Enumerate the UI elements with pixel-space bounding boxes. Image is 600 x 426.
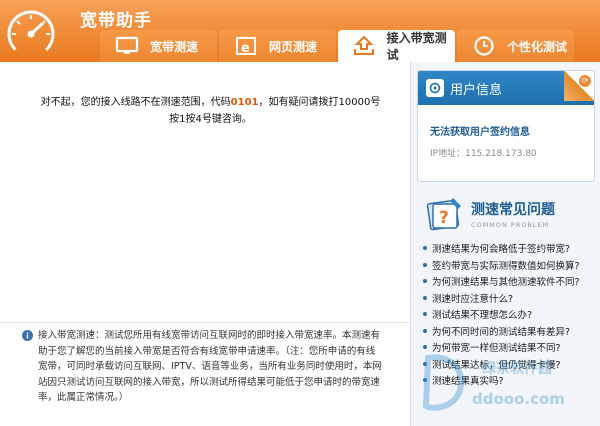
monitor-icon (114, 35, 140, 57)
tab-web-speed[interactable]: e 网页测速 (219, 30, 336, 62)
main-tabs: 宽带测速 e 网页测速 接入带宽测试 个性化测试 (100, 30, 576, 64)
user-status-text: 无法获取用户签约信息 (430, 127, 530, 138)
faq-item[interactable]: 测速时应注意什么? (423, 290, 599, 307)
info-icon (22, 330, 33, 341)
faq-item[interactable]: 测速结果为何会略低于签约带宽? (423, 240, 599, 257)
faq-item-text: 测速结果为何会略低于签约带宽? (432, 244, 571, 256)
ip-value: 115.218.173.80 (465, 149, 537, 159)
user-info-title: 用户信息 (450, 82, 503, 98)
bandwidth-note: 接入带宽测速：测试您所用有线宽带访问互联网时的即时接入带宽速率。本测速有助于您了… (0, 322, 410, 426)
bandwidth-note-text: 接入带宽测速：测试您所用有线宽带访问互联网时的即时接入带宽速率。本测速有助于您了… (38, 330, 382, 403)
faq-item-text: 测速结果真实吗? (432, 376, 504, 388)
tab-label: 宽带测速 (150, 39, 199, 54)
faq-item-text: 为何测速结果与其他测速软件不同? (432, 277, 580, 289)
faq-item-text: 为何带宽一样但测试结果不同? (432, 343, 561, 355)
ip-label: IP地址： (430, 149, 466, 159)
tab-label: 个性化测试 (507, 39, 568, 54)
bullet-icon (423, 328, 427, 333)
faq-item-text: 为何不同时间的测试结果有差异? (432, 326, 571, 338)
refresh-icon[interactable]: ⟳ (579, 75, 591, 87)
app-title: 宽带助手 (80, 11, 152, 31)
bullet-icon (423, 246, 427, 251)
bullet-icon (423, 279, 427, 284)
faq-item[interactable]: 签约带宽与实际测得数值如何换算? (423, 257, 599, 274)
tab-access-bandwidth[interactable]: 接入带宽测试 (338, 30, 455, 64)
faq-item-text: 签约带宽与实际测得数值如何换算? (432, 260, 580, 272)
faq-item[interactable]: 为何不同时间的测试结果有差异? (423, 323, 599, 340)
bullet-icon (423, 312, 427, 317)
browser-icon: e (233, 35, 259, 57)
user-info-card: 用户信息 ⟳ 无法获取用户签约信息 IP地址：115.218.173.80 (417, 70, 595, 182)
faq-item[interactable]: 为何带宽一样但测试结果不同? (423, 339, 599, 356)
faq-item-text: 测试结果达标，但仍觉得卡慢? (432, 359, 561, 371)
tab-label: 接入带宽测试 (386, 31, 447, 62)
tab-broadband-speed[interactable]: 宽带测速 (100, 30, 217, 62)
ip-address: IP地址：115.218.173.80 (430, 146, 594, 159)
faq-header: ? 测速常见问题 COMMON PROBLEM (425, 194, 595, 238)
clock-icon (471, 35, 497, 57)
speedometer-logo-icon (7, 10, 55, 58)
faq-item[interactable]: 测速结果真实吗? (423, 372, 599, 389)
bullet-icon (423, 262, 427, 267)
right-sidebar: 用户信息 ⟳ 无法获取用户签约信息 IP地址：115.218.173.80 ? … (410, 62, 600, 426)
svg-text:?: ? (439, 208, 449, 228)
app-header: 宽带助手 宽带测速 e 网页测速 接入带宽测试 个性化测试 (0, 0, 600, 64)
faq-item[interactable]: 测试结果不理想怎么办? (423, 306, 599, 323)
upload-icon (352, 35, 377, 57)
faq-item-text: 测试结果不理想怎么办? (432, 310, 533, 322)
user-card-icon (426, 79, 444, 97)
faq-item-text: 测速时应注意什么? (432, 293, 514, 305)
error-message: 对不起，您的接入线路不在测速范围，代码0101，如有疑问请拨打10000号按1按… (38, 94, 383, 128)
faq-title: 测速常见问题 (471, 202, 555, 218)
bullet-icon (423, 361, 427, 366)
page-curl-corner[interactable]: ⟳ (564, 71, 594, 101)
faq-list: 测速结果为何会略低于签约带宽? 签约带宽与实际测得数值如何换算? 为何测速结果与… (423, 240, 599, 389)
help-book-icon: ? (426, 198, 461, 231)
tab-label: 网页测速 (269, 39, 318, 54)
svg-text:e: e (241, 41, 250, 56)
tab-personalized[interactable]: 个性化测试 (457, 30, 574, 62)
faq-item[interactable]: 为何测速结果与其他测速软件不同? (423, 273, 599, 290)
bullet-icon (423, 378, 427, 383)
error-code: 0101 (230, 97, 259, 108)
main-panel: 对不起，您的接入线路不在测速范围，代码0101，如有疑问请拨打10000号按1按… (0, 62, 410, 426)
error-message-text: 对不起，您的接入线路不在测速范围，代码 (40, 97, 231, 108)
bullet-icon (423, 295, 427, 300)
bullet-icon (423, 345, 427, 350)
faq-item[interactable]: 测试结果达标，但仍觉得卡慢? (423, 356, 599, 373)
faq-subtitle: COMMON PROBLEM (471, 221, 550, 229)
